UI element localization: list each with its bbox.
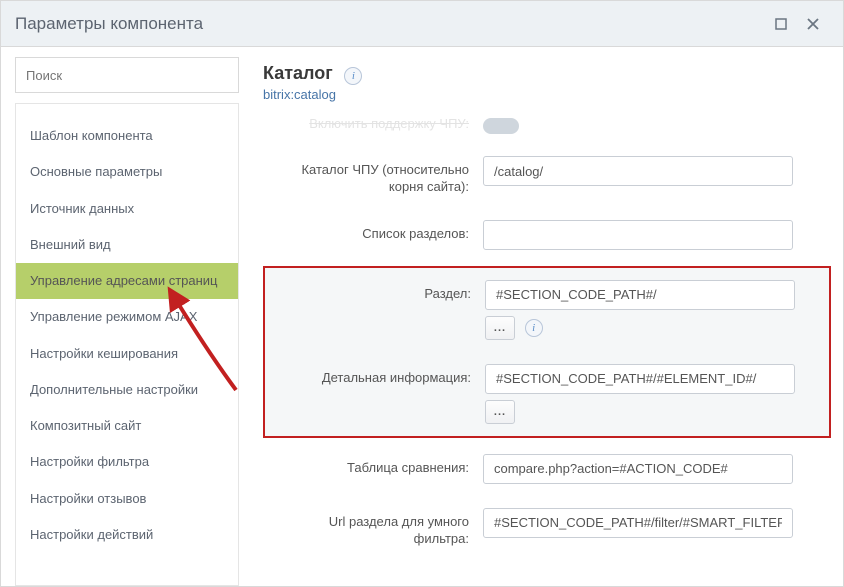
input-sef-folder[interactable]: [483, 156, 793, 186]
label-sections: Список разделов:: [283, 220, 483, 243]
component-name: bitrix:catalog: [263, 87, 837, 102]
row-sef-enable: Включить поддержку ЧПУ:: [263, 112, 831, 144]
input-sections[interactable]: [483, 220, 793, 250]
highlight-box: Раздел: ... i Детальная информация:: [263, 266, 831, 438]
sidebar-item-9[interactable]: Настройки фильтра: [16, 444, 238, 480]
params-panel: Включить поддержку ЧПУ: Каталог ЧПУ (отн…: [263, 112, 837, 586]
search-box[interactable]: [15, 57, 239, 93]
input-smart-filter[interactable]: [483, 508, 793, 538]
row-section: Раздел: ... i: [265, 268, 829, 352]
sidebar-item-3[interactable]: Внешний вид: [16, 227, 238, 263]
sidebar-item-1[interactable]: Основные параметры: [16, 154, 238, 190]
sidebar-item-6[interactable]: Настройки кеширования: [16, 336, 238, 372]
sidebar-item-0[interactable]: Шаблон компонента: [16, 118, 238, 154]
label-smart-filter: Url раздела для умного фильтра:: [283, 508, 483, 548]
input-section[interactable]: [485, 280, 795, 310]
window-title: Параметры компонента: [15, 14, 203, 34]
info-icon[interactable]: i: [344, 67, 362, 85]
row-compare: Таблица сравнения:: [263, 442, 831, 496]
row-sections: Список разделов:: [263, 208, 831, 262]
sidebar-item-5[interactable]: Управление режимом AJAX: [16, 299, 238, 335]
label-compare: Таблица сравнения:: [283, 454, 483, 477]
sidebar-item-2[interactable]: Источник данных: [16, 191, 238, 227]
sidebar: Шаблон компонентаОсновные параметрыИсточ…: [15, 57, 239, 586]
label-sef-folder: Каталог ЧПУ (относительно корня сайта):: [283, 156, 483, 196]
page-title: Каталог: [263, 63, 333, 84]
sidebar-item-11[interactable]: Настройки действий: [16, 517, 238, 553]
input-detail[interactable]: [485, 364, 795, 394]
label-sef-enable: Включить поддержку ЧПУ:: [283, 116, 483, 134]
titlebar: Параметры компонента: [1, 1, 843, 47]
row-smart-filter: Url раздела для умного фильтра:: [263, 496, 831, 560]
toggle-sef[interactable]: [483, 118, 519, 134]
search-input[interactable]: [26, 68, 228, 83]
sidebar-item-10[interactable]: Настройки отзывов: [16, 481, 238, 517]
browse-detail-button[interactable]: ...: [485, 400, 515, 424]
info-icon[interactable]: i: [525, 319, 543, 337]
row-detail: Детальная информация: ...: [265, 352, 829, 436]
sidebar-item-4[interactable]: Управление адресами страниц: [16, 263, 238, 299]
input-compare[interactable]: [483, 454, 793, 484]
sidebar-item-7[interactable]: Дополнительные настройки: [16, 372, 238, 408]
row-sef-folder: Каталог ЧПУ (относительно корня сайта):: [263, 144, 831, 208]
maximize-button[interactable]: [765, 8, 797, 40]
close-button[interactable]: [797, 8, 829, 40]
label-section: Раздел:: [285, 280, 485, 303]
browse-section-button[interactable]: ...: [485, 316, 515, 340]
label-detail: Детальная информация:: [285, 364, 485, 387]
nav-list: Шаблон компонентаОсновные параметрыИсточ…: [16, 104, 238, 585]
content-header: Каталог i bitrix:catalog: [263, 57, 837, 112]
sidebar-item-8[interactable]: Композитный сайт: [16, 408, 238, 444]
